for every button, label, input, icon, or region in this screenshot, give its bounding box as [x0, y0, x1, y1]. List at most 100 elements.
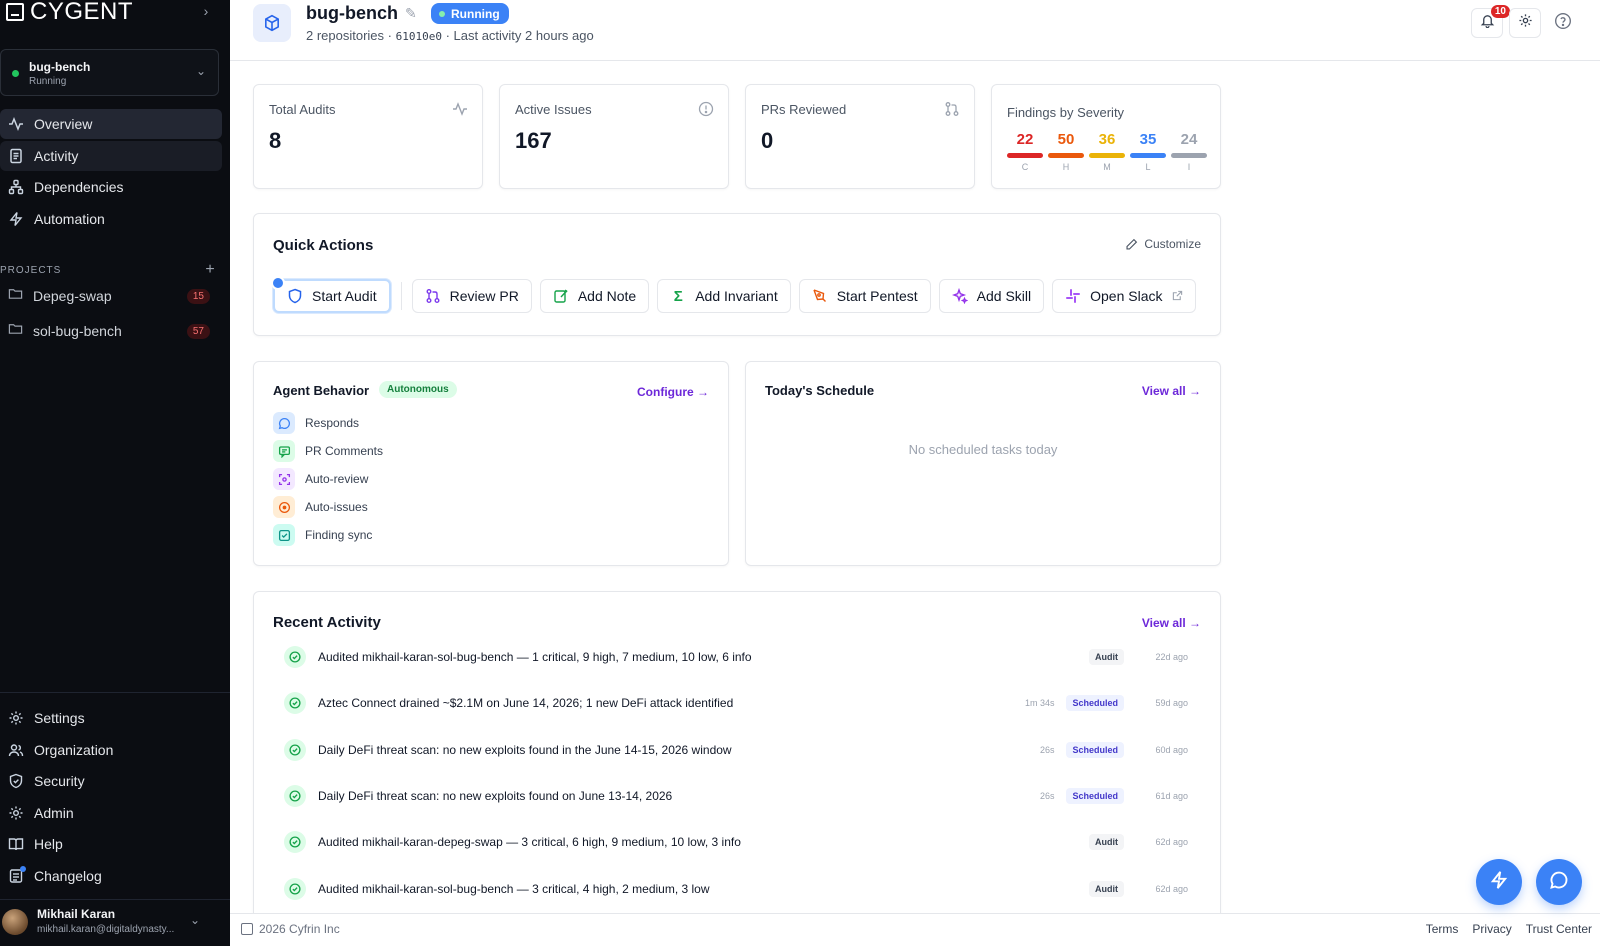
sidebar-item-label: Organization: [34, 742, 114, 758]
notifications-button[interactable]: 10: [1471, 5, 1510, 38]
project-label: Depeg-swap: [33, 288, 112, 304]
project-issue-count: 57: [186, 323, 210, 339]
severity-count: 50: [1057, 131, 1075, 148]
activity-row[interactable]: Audited mikhail-karan-sol-bug-bench — 3 …: [284, 874, 1188, 904]
chat-fab[interactable]: [1536, 859, 1582, 905]
open-slack-button[interactable]: Open Slack: [1052, 279, 1196, 313]
sidebar-item-overview[interactable]: Overview: [0, 109, 222, 139]
shield-icon: [8, 773, 24, 789]
activity-row[interactable]: Aztec Connect drained ~$2.1M on June 14,…: [284, 688, 1188, 718]
quick-action-label: Open Slack: [1090, 288, 1163, 304]
activity-row[interactable]: Audited mikhail-karan-depeg-swap — 3 cri…: [284, 827, 1188, 857]
configure-link[interactable]: Configure →: [637, 385, 709, 399]
severity-item: 24 I: [1171, 131, 1207, 172]
status-dot: [439, 10, 445, 17]
bolt-icon: [8, 211, 24, 227]
severity-bar: [1048, 153, 1084, 158]
workspace-status-dot: [12, 70, 19, 77]
slack-icon: [1065, 288, 1081, 304]
privacy-link[interactable]: Privacy: [1472, 922, 1511, 936]
activity-row[interactable]: Daily DeFi threat scan: no new exploits …: [284, 735, 1188, 765]
section-title: Quick Actions: [273, 237, 374, 254]
sidebar-project-depeg-swap[interactable]: Depeg-swap 15: [0, 282, 218, 310]
quick-action-label: Start Pentest: [836, 288, 918, 304]
behavior-label: Auto-issues: [305, 500, 368, 514]
todays-schedule-card: Today's Schedule View all → No scheduled…: [745, 361, 1221, 566]
footer: 2026 Cyfrin Inc Terms Privacy Trust Cent…: [230, 913, 1600, 946]
chevron-down-icon: ⌄: [195, 64, 206, 78]
sidebar-item-dependencies[interactable]: Dependencies: [0, 172, 222, 202]
repo-count: 2 repositories ·: [306, 28, 396, 43]
view-all-schedule-link[interactable]: View all →: [1142, 384, 1201, 398]
scan-icon: [273, 468, 295, 490]
start-pentest-button[interactable]: Start Pentest: [798, 279, 931, 313]
sidebar-collapse-chevron-icon[interactable]: ›: [198, 2, 214, 20]
sidebar-item-changelog[interactable]: Changelog: [0, 861, 222, 891]
autonomous-badge: Autonomous: [379, 381, 457, 398]
add-project-plus-icon[interactable]: +: [202, 261, 218, 279]
sidebar-item-admin[interactable]: Admin: [0, 798, 222, 828]
empty-state-text: No scheduled tasks today: [908, 442, 1058, 457]
sidebar-item-activity[interactable]: Activity: [0, 141, 222, 171]
sidebar-item-automation[interactable]: Automation: [0, 204, 222, 234]
activity-duration: 1m 34s: [1024, 698, 1055, 708]
pencil-icon[interactable]: ✎: [405, 5, 417, 22]
start-audit-button[interactable]: Start Audit: [271, 276, 391, 313]
copyright: 2026 Cyfrin Inc: [241, 922, 340, 936]
user-menu[interactable]: Mikhail Karan mikhail.karan@digitaldynas…: [0, 905, 230, 943]
sidebar-item-organization[interactable]: Organization: [0, 735, 222, 765]
quick-action-fab[interactable]: [1476, 859, 1522, 905]
check-circle-icon: [284, 878, 306, 900]
help-circle-icon[interactable]: [1554, 12, 1572, 30]
chat-bubble-icon: [1549, 870, 1569, 895]
add-skill-button[interactable]: Add Skill: [938, 279, 1045, 313]
behavior-label: Finding sync: [305, 528, 373, 542]
sidebar-item-label: Settings: [34, 710, 85, 726]
activity-text: Audited mikhail-karan-sol-bug-bench — 3 …: [318, 882, 710, 896]
activity-row[interactable]: Audited mikhail-karan-sol-bug-bench — 1 …: [284, 642, 1188, 672]
sidebar-item-settings[interactable]: Settings: [0, 703, 222, 733]
project-subtitle: 2 repositories · 61010e0 · Last activity…: [306, 28, 594, 43]
severity-count: 35: [1139, 131, 1157, 148]
copyright-text: 2026 Cyfrin Inc: [259, 922, 340, 936]
severity-bar: [1130, 153, 1166, 158]
review-pr-button[interactable]: Review PR: [411, 279, 532, 313]
severity-abbr: C: [1021, 162, 1029, 172]
alert-circle-icon: [698, 101, 714, 117]
view-all-activity-link[interactable]: View all →: [1142, 616, 1201, 630]
quick-action-label: Review PR: [449, 288, 519, 304]
sidebar-project-sol-bug-bench[interactable]: sol-bug-bench 57: [0, 317, 218, 345]
stat-label: Total Audits: [269, 102, 336, 117]
activity-text: Audited mikhail-karan-sol-bug-bench — 1 …: [318, 650, 752, 664]
severity-item: 22 C: [1007, 131, 1043, 172]
workspace-switcher[interactable]: bug-bench Running ⌄: [0, 49, 219, 96]
status-badge: Running: [431, 3, 509, 24]
brand[interactable]: CYGENT: [6, 0, 133, 24]
sidebar-item-security[interactable]: Security: [0, 766, 222, 796]
severity-abbr: I: [1187, 162, 1191, 172]
stat-card-prs-reviewed: PRs Reviewed 0: [745, 84, 975, 189]
add-invariant-button[interactable]: Σ Add Invariant: [657, 279, 791, 313]
stat-label: Findings by Severity: [1007, 105, 1125, 120]
page-header: bug-bench ✎ Running 2 repositories · 610…: [230, 0, 1600, 61]
terms-link[interactable]: Terms: [1426, 922, 1459, 936]
stat-value: 0: [761, 128, 774, 153]
severity-count: 22: [1016, 131, 1034, 148]
sidebar-item-label: Changelog: [34, 868, 102, 884]
workspace-name: bug-bench: [29, 60, 91, 74]
section-title: Today's Schedule: [765, 383, 875, 398]
severity-bar: [1089, 153, 1125, 158]
settings-button[interactable]: [1509, 8, 1541, 38]
activity-type-badge: Audit: [1089, 649, 1124, 665]
folder-icon: [8, 286, 23, 306]
customize-button[interactable]: Customize: [1125, 237, 1201, 251]
sidebar-item-help[interactable]: Help: [0, 829, 222, 859]
quick-action-label: Add Note: [577, 288, 637, 304]
severity-breakdown: 22 C 50 H 36 M 35 L 24 I: [1007, 131, 1207, 172]
add-note-button[interactable]: Add Note: [539, 279, 650, 313]
project-label: sol-bug-bench: [33, 323, 122, 339]
stat-label: PRs Reviewed: [761, 102, 847, 117]
trust-center-link[interactable]: Trust Center: [1526, 922, 1592, 936]
quick-actions-row: Start Audit Review PR Add Note Σ Add Inv…: [271, 276, 1196, 313]
activity-row[interactable]: Daily DeFi threat scan: no new exploits …: [284, 781, 1188, 811]
